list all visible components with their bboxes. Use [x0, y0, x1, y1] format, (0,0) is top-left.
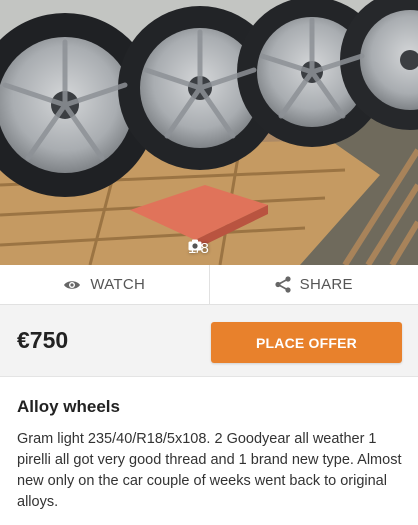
- eye-icon: [64, 280, 81, 289]
- camera-icon: [188, 239, 202, 251]
- photo-counter: 1/8: [188, 239, 209, 257]
- watch-button[interactable]: WATCH: [0, 265, 209, 304]
- price-row: €750 PLACE OFFER: [0, 305, 418, 377]
- listing-details: Alloy wheels Gram light 235/40/R18/5x108…: [0, 377, 418, 525]
- listing-photo[interactable]: 1/8: [0, 0, 418, 265]
- listing-description: Gram light 235/40/R18/5x108. 2 Goodyear …: [17, 431, 402, 510]
- listing-title: Alloy wheels: [17, 397, 120, 416]
- share-icon: [275, 276, 291, 293]
- share-button[interactable]: SHARE: [208, 265, 418, 304]
- place-offer-button[interactable]: PLACE OFFER: [211, 322, 402, 363]
- watch-label: WATCH: [90, 276, 146, 293]
- share-label: SHARE: [299, 276, 353, 293]
- action-bar: WATCH SHARE: [0, 265, 418, 305]
- wheels-photo-image: [0, 0, 418, 265]
- listing-price: €750: [17, 327, 69, 353]
